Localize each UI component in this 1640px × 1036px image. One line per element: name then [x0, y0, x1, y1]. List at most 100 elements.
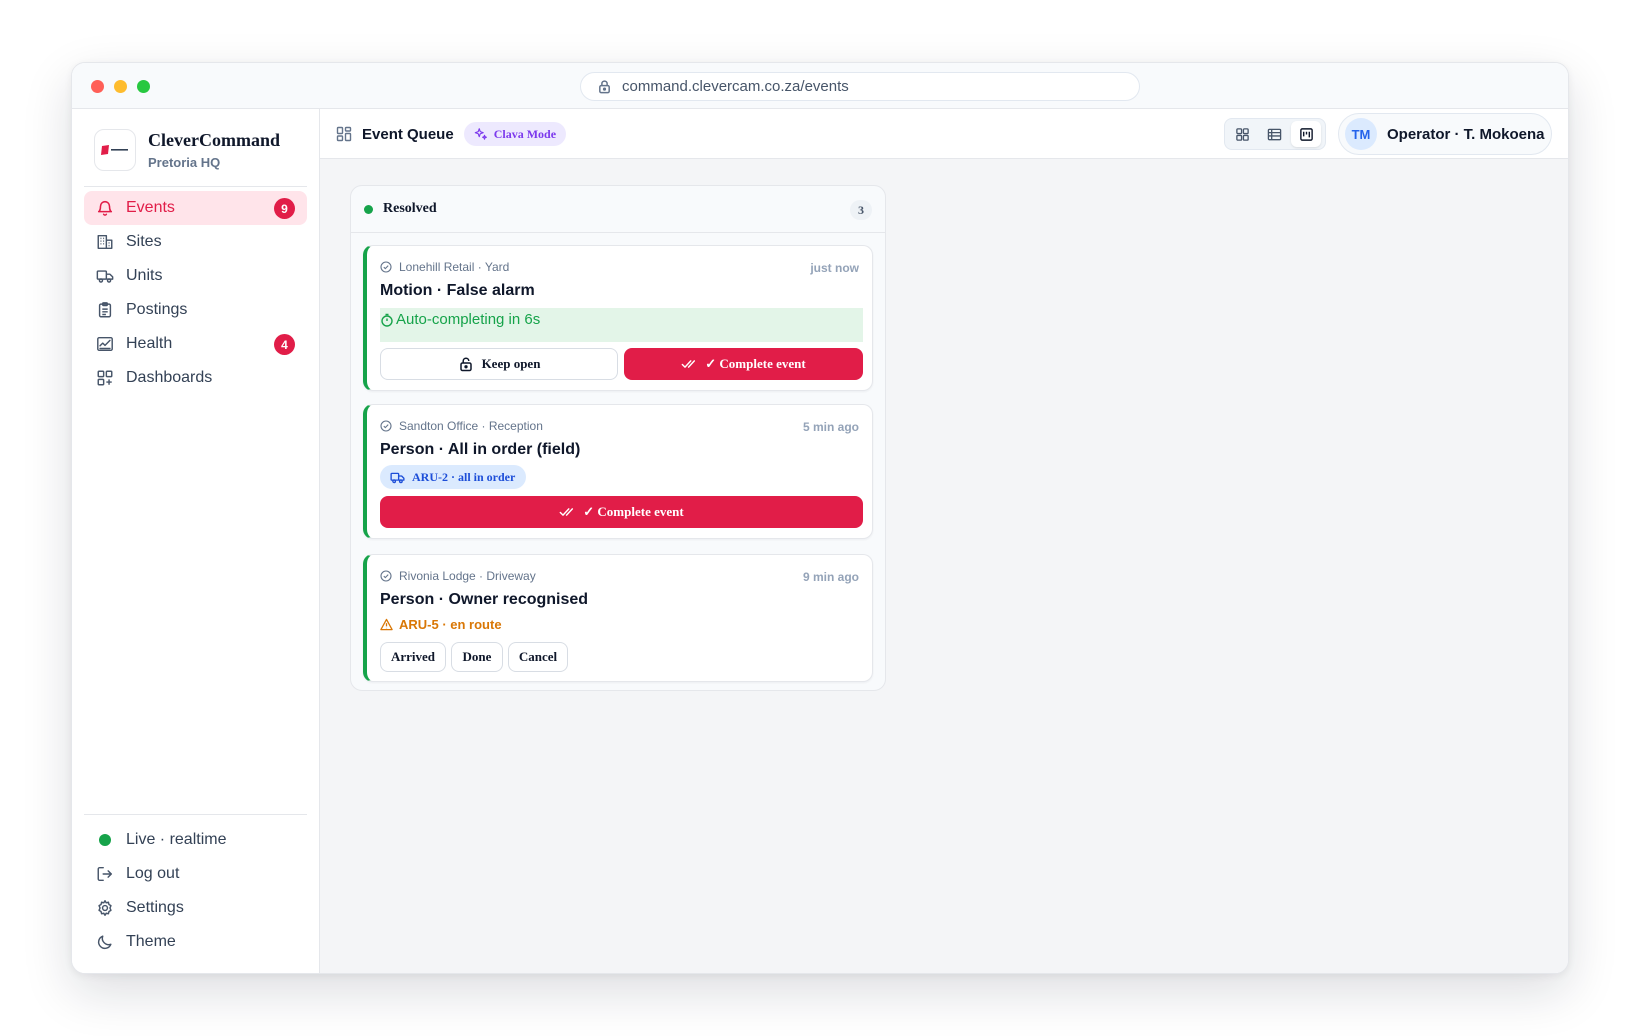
unit-en-route-status: ARU-5 · en route: [380, 617, 502, 632]
clevercam-logo-icon: [101, 145, 128, 155]
settings-label: Settings: [126, 899, 184, 916]
sidebar-item-label: Postings: [126, 301, 188, 318]
main-area: Event Queue Clava Mode TM Operator · T. …: [320, 109, 1568, 973]
column-status-dot: [364, 204, 373, 214]
url-text: command.clevercam.co.za/events: [622, 78, 849, 95]
card-title: Person · All in order (field): [380, 441, 581, 458]
brand-name: CleverCommand: [148, 130, 280, 150]
double-check-icon: [559, 508, 574, 516]
browser-titlebar: command.clevercam.co.za/events: [72, 63, 1568, 109]
check-circle-icon: [380, 420, 392, 432]
clava-mode-label: Clava Mode: [493, 126, 557, 141]
sidebar-item-sites[interactable]: Sites: [84, 225, 307, 259]
timer-icon: [381, 313, 393, 327]
table-list-icon: [1267, 128, 1281, 140]
card-title: Person · Owner recognised: [380, 591, 589, 608]
column-count-badge: 3: [850, 200, 872, 220]
operator-menu[interactable]: TM Operator · T. Mokoena: [1338, 113, 1552, 155]
truck-icon: [96, 270, 114, 283]
sidebar-item-dashboards[interactable]: Dashboards: [84, 361, 307, 395]
maximize-window-button[interactable]: [137, 80, 150, 93]
column-title: Resolved: [383, 201, 437, 216]
card-time: just now: [810, 261, 859, 275]
sidebar-item-events[interactable]: Events 9: [84, 191, 307, 225]
auto-complete-notice: Auto-completing in 6s: [380, 308, 863, 342]
browser-window: command.clevercam.co.za/events CleverCom…: [71, 62, 1569, 974]
theme-toggle[interactable]: Theme: [84, 925, 307, 959]
avatar: TM: [1345, 118, 1377, 150]
gear-icon: [98, 900, 112, 916]
sidebar: CleverCommand Pretoria HQ Events 9 Sites…: [72, 109, 320, 973]
health-alert-badge: 4: [274, 334, 295, 355]
event-card[interactable]: Sandton Office · Reception 5 min ago Per…: [363, 404, 873, 539]
complete-event-button[interactable]: ✓ Complete event: [624, 348, 863, 380]
card-title: Motion · False alarm: [380, 282, 535, 299]
list-view-button[interactable]: [1259, 121, 1289, 147]
complete-event-button[interactable]: ✓ Complete event: [380, 496, 863, 528]
event-card[interactable]: Lonehill Retail · Yard just now Motion ·…: [363, 245, 873, 391]
theme-label: Theme: [126, 933, 176, 950]
unit-en-route-label: ARU-5 · en route: [399, 617, 502, 632]
sidebar-item-label: Units: [126, 267, 163, 284]
sidebar-nav: Events 9 Sites Units Postings Health 4 D…: [84, 191, 307, 395]
kanban-board-icon: [1299, 127, 1313, 141]
check-circle-icon: [380, 570, 392, 582]
close-window-button[interactable]: [91, 80, 104, 93]
sidebar-item-postings[interactable]: Postings: [84, 293, 307, 327]
card-site-label: Sandton Office · Reception: [399, 419, 543, 433]
card-site: Sandton Office · Reception: [380, 419, 543, 433]
sidebar-item-health[interactable]: Health 4: [84, 327, 307, 361]
brand-subtitle: Pretoria HQ: [148, 155, 221, 170]
moon-icon: [97, 935, 112, 950]
event-card[interactable]: Rivonia Lodge · Driveway 9 min ago Perso…: [363, 554, 873, 682]
grid-view-button[interactable]: [1227, 121, 1257, 147]
live-status: Live · realtime: [84, 823, 307, 857]
settings-button[interactable]: Settings: [84, 891, 307, 925]
done-button[interactable]: Done: [451, 642, 503, 672]
complete-event-label: ✓ Complete event: [705, 356, 806, 371]
live-status-label: Live · realtime: [126, 831, 227, 848]
sidebar-bottom-divider: [84, 814, 307, 815]
column-header: Resolved 3: [351, 186, 885, 233]
board-view-button[interactable]: [1291, 121, 1321, 147]
sidebar-item-label: Sites: [126, 233, 162, 250]
unlock-icon: [459, 357, 472, 372]
activity-chart-icon: [97, 336, 113, 352]
resolved-column: Resolved 3 Lonehill Retail · Yard just n…: [350, 185, 886, 691]
events-count-badge: 9: [274, 198, 295, 219]
card-site: Lonehill Retail · Yard: [380, 260, 509, 274]
card-time: 5 min ago: [802, 420, 859, 434]
arrived-button[interactable]: Arrived: [380, 642, 446, 672]
logout-button[interactable]: Log out: [84, 857, 307, 891]
double-check-icon: [681, 360, 696, 368]
bell-icon: [97, 200, 113, 216]
clipboard-icon: [98, 302, 112, 318]
card-site-label: Lonehill Retail · Yard: [399, 260, 510, 274]
sidebar-item-units[interactable]: Units: [84, 259, 307, 293]
sidebar-bottom: Live · realtime Log out Settings Theme: [84, 823, 307, 959]
page-title: Event Queue: [362, 125, 454, 143]
grid-icon: [1235, 127, 1249, 141]
unit-status-chip: ARU-2 · all in order: [380, 465, 527, 489]
cancel-button[interactable]: Cancel: [508, 642, 568, 672]
minimize-window-button[interactable]: [114, 80, 127, 93]
address-bar[interactable]: command.clevercam.co.za/events: [580, 72, 1140, 101]
clava-mode-badge[interactable]: Clava Mode: [463, 122, 567, 146]
card-site: Rivonia Lodge · Driveway: [380, 569, 536, 583]
building-icon: [97, 234, 113, 250]
logout-label: Log out: [126, 865, 180, 882]
warning-triangle-icon: [380, 618, 393, 631]
check-circle-icon: [380, 261, 392, 273]
keep-open-button[interactable]: Keep open: [380, 348, 618, 380]
auto-complete-text: Auto-completing in 6s: [396, 311, 541, 328]
topbar: Event Queue Clava Mode TM Operator · T. …: [320, 109, 1568, 159]
card-site-label: Rivonia Lodge · Driveway: [399, 569, 536, 583]
complete-event-label: ✓ Complete event: [583, 504, 684, 519]
brand[interactable]: CleverCommand Pretoria HQ: [94, 129, 280, 171]
truck-icon: [390, 472, 405, 483]
sidebar-divider: [84, 186, 307, 187]
sidebar-item-label: Dashboards: [126, 369, 213, 386]
queue-layout-icon: [336, 126, 352, 142]
brand-logo: [94, 129, 136, 171]
lock-icon: [599, 80, 610, 94]
